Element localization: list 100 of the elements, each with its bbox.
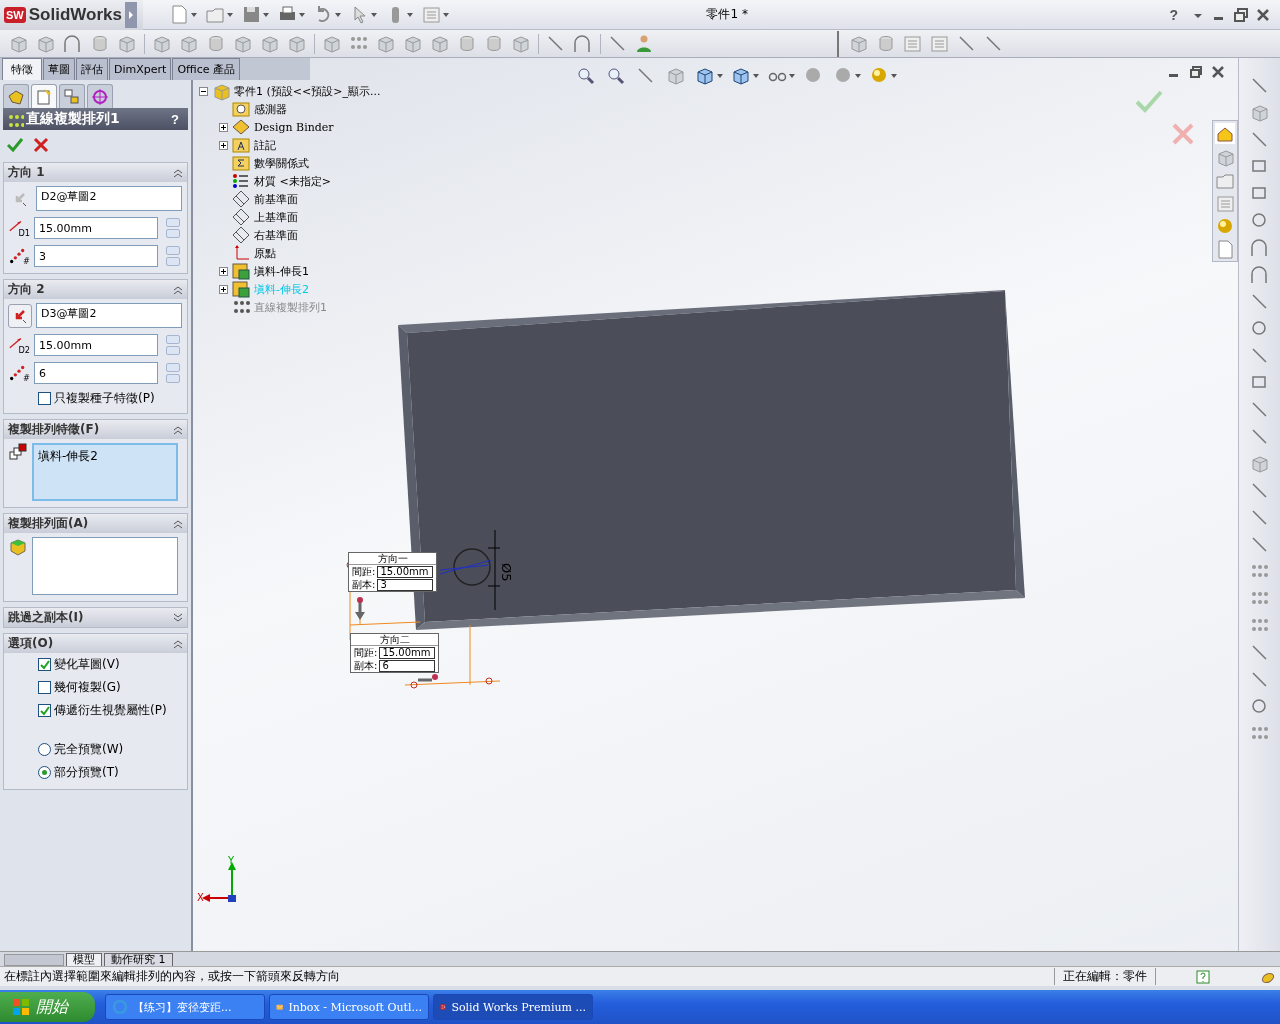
dimension-callout[interactable]: 方向一 間距: 15.00mm 副本: 3 [348, 552, 437, 592]
spin-down-button[interactable] [166, 257, 180, 266]
taskbar-button[interactable]: Solid Works Premium ... [433, 994, 593, 1020]
plus-icon [220, 285, 227, 293]
manager-tab[interactable] [59, 84, 85, 108]
reference-field[interactable]: D2@草圖2 [36, 186, 182, 211]
cancel-button[interactable] [33, 137, 49, 153]
expand-toggle[interactable] [199, 86, 208, 96]
callout-label: 間距: [352, 564, 376, 579]
close-icon[interactable] [1256, 7, 1270, 22]
command-tab[interactable]: 草圖 [43, 58, 75, 80]
spacing-field[interactable]: 15.00mm [34, 217, 158, 239]
ok-check-icon[interactable] [1135, 90, 1163, 114]
count-field[interactable]: 3 [34, 245, 158, 267]
windows-logo-icon [12, 998, 30, 1016]
command-tab[interactable]: Office 產品 [172, 58, 240, 80]
callout-value-field[interactable]: 6 [379, 659, 436, 672]
spin-up-button[interactable] [166, 335, 180, 344]
spin-down-button[interactable] [166, 346, 180, 355]
plus-icon [220, 267, 227, 275]
editing-status: 正在編輯：零件 [1054, 968, 1156, 985]
callout-value-field[interactable]: 15.00mm [377, 565, 434, 578]
callout-value-field[interactable]: 15.00mm [379, 646, 436, 659]
taskbar-button[interactable]: Inbox - Microsoft Outl... [269, 994, 429, 1020]
spacing-field[interactable]: 15.00mm [34, 334, 158, 356]
expand-toggle[interactable] [219, 122, 228, 132]
group-header[interactable]: 選項(O) [4, 634, 187, 653]
checkbox[interactable] [38, 392, 51, 405]
tree-item[interactable]: 前基準面 [254, 191, 298, 207]
chevron-icon[interactable] [173, 284, 183, 295]
task-pane-tab[interactable] [1215, 238, 1235, 259]
radio-button[interactable] [38, 743, 51, 756]
reference-field[interactable]: D3@草圖2 [36, 303, 182, 328]
callout-value-field[interactable]: 3 [377, 578, 434, 591]
restore-icon[interactable] [1190, 66, 1202, 78]
tree-item[interactable]: 零件1 (預設<<預設>_顯示... [234, 83, 381, 99]
checkbox[interactable] [38, 658, 51, 671]
document-tab[interactable]: 動作研究 1 [104, 952, 173, 967]
checkbox[interactable] [38, 681, 51, 694]
direction-arrow-icon[interactable] [355, 597, 365, 620]
manager-tab[interactable] [3, 84, 29, 108]
spin-up-button[interactable] [166, 246, 180, 255]
ok-button[interactable] [7, 137, 23, 153]
tree-item[interactable]: 右基準面 [254, 227, 298, 243]
dimension-callout[interactable]: 方向二 間距: 15.00mm 副本: 6 [350, 633, 439, 673]
plus-icon [220, 141, 227, 149]
chevron-icon[interactable] [173, 518, 183, 529]
command-tab[interactable]: 特徵 [2, 58, 42, 80]
folder-icon [231, 99, 251, 119]
list-item[interactable]: 塡料-伸長2 [38, 448, 172, 465]
expand-toggle[interactable] [219, 140, 228, 150]
chevron-icon[interactable] [173, 612, 183, 623]
start-button[interactable]: 開始 [0, 992, 95, 1022]
chevron-icon[interactable] [173, 167, 183, 178]
checkbox[interactable] [38, 704, 51, 717]
chevron-icon[interactable] [173, 638, 183, 649]
reverse-direction-button[interactable] [8, 303, 32, 328]
tree-item[interactable]: 上基準面 [254, 209, 298, 225]
expand-toggle[interactable] [219, 284, 228, 294]
tree-item[interactable]: 原點 [254, 245, 276, 261]
command-tab[interactable]: DimXpert [109, 58, 172, 80]
group-header[interactable]: 方向 2 [4, 280, 187, 299]
tree-item[interactable]: 材質 <未指定> [254, 173, 331, 189]
radio-button[interactable] [38, 766, 51, 779]
group-header[interactable]: 跳過之副本(I) [4, 608, 187, 627]
tree-item[interactable]: 數學關係式 [254, 155, 309, 171]
direction-arrow-icon[interactable] [418, 674, 438, 682]
task-pane-tab[interactable] [1215, 123, 1235, 144]
tree-item[interactable]: 塡料-伸長1 [254, 263, 309, 279]
selection-list[interactable] [32, 537, 178, 595]
magnifier-icon [575, 65, 597, 87]
taskbar-button[interactable]: 【练习】变径变距... [105, 994, 265, 1020]
count-field[interactable]: 6 [34, 362, 158, 384]
close-icon[interactable] [1212, 66, 1224, 78]
spin-up-button[interactable] [166, 218, 180, 227]
tab-scroll-buttons[interactable] [4, 953, 64, 966]
chevron-icon[interactable] [173, 424, 183, 435]
expand-toggle[interactable] [219, 266, 228, 276]
spin-up-button[interactable] [166, 363, 180, 372]
help-button[interactable]: ? [1163, 5, 1184, 24]
material-icon [231, 171, 251, 191]
spin-down-button[interactable] [166, 374, 180, 383]
group-header[interactable]: 複製排列特徵(F) [4, 420, 187, 439]
help-button[interactable]: ? [165, 110, 185, 128]
command-tab[interactable]: 評估 [76, 58, 108, 80]
tree-item[interactable]: 註記 [254, 137, 276, 153]
restore-icon[interactable] [1234, 7, 1248, 22]
spin-down-button[interactable] [166, 229, 180, 238]
tree-item[interactable]: 感測器 [254, 101, 287, 117]
magnifier-icon [605, 65, 627, 87]
group-header[interactable]: 複製排列面(A) [4, 514, 187, 533]
document-tab[interactable]: 模型 [66, 952, 102, 967]
cancel-x-icon[interactable] [1171, 122, 1195, 146]
quick-tips-button[interactable] [1196, 969, 1210, 984]
axis-label: Y [228, 855, 235, 866]
tree-item[interactable]: Design Binder [254, 120, 334, 134]
selection-list[interactable]: 塡料-伸長2 [32, 443, 178, 501]
group-header[interactable]: 方向 1 [4, 163, 187, 182]
manager-tab[interactable] [87, 84, 113, 108]
manager-tab[interactable] [31, 84, 57, 108]
